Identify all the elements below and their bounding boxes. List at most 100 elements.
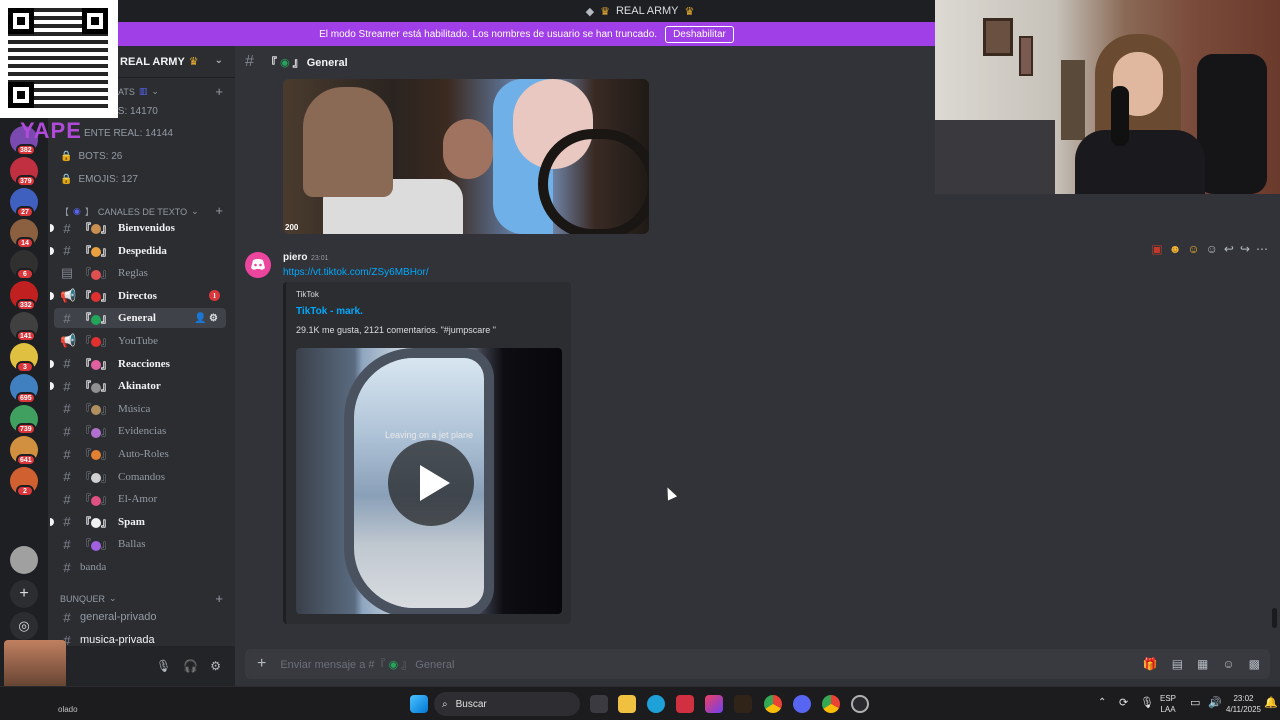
- composer-tools: 🎁 ▤ ▦ ☺ ▩: [1143, 657, 1260, 671]
- channel-evidencias[interactable]: # 『』 Evidencias: [54, 421, 226, 441]
- channel-emoji: 『』: [80, 423, 112, 439]
- window-title: REAL ARMY: [615, 5, 679, 17]
- add-channel-icon[interactable]: +: [215, 591, 223, 606]
- channel-general-privado[interactable]: # general-privado: [54, 607, 226, 627]
- scene-shape: [303, 87, 393, 197]
- chrome-canary-icon[interactable]: [822, 695, 840, 713]
- unread-indicator: [50, 224, 54, 232]
- embed-description: 29.1K me gusta, 2121 comentarios. "#jump…: [296, 325, 496, 335]
- edge-icon[interactable]: [647, 695, 665, 713]
- channel-auto-roles[interactable]: # 『』 Auto-Roles: [54, 444, 226, 464]
- notification-icon[interactable]: 🔔: [1264, 696, 1278, 709]
- clock[interactable]: 23:02 4/11/2025: [1226, 693, 1261, 715]
- reply-icon[interactable]: ↩: [1224, 242, 1234, 256]
- message-author[interactable]: piero: [283, 252, 307, 263]
- stats-category[interactable]: ATS ▥ ⌄: [118, 86, 159, 97]
- sync-icon[interactable]: ⟳: [1119, 696, 1128, 709]
- game-icon[interactable]: [734, 695, 752, 713]
- network-icon[interactable]: ▭: [1190, 696, 1200, 709]
- chrome-icon[interactable]: [764, 695, 782, 713]
- reaction-icon[interactable]: ▣: [1151, 242, 1162, 256]
- unread-indicator: [50, 291, 54, 300]
- channel-general[interactable]: # 『』 General 👤 ⚙: [54, 308, 226, 329]
- channel-reglas[interactable]: ▤ 『』 Reglas: [54, 263, 226, 283]
- channel-comandos[interactable]: # 『』 Comandos: [54, 467, 226, 487]
- channel-ballas[interactable]: # 『』 Ballas: [54, 534, 226, 554]
- disable-streamer-mode-button[interactable]: Deshabilitar: [665, 25, 734, 43]
- channel-youtube[interactable]: 📢 『』 YouTube: [54, 331, 226, 351]
- grin-emoji-icon[interactable]: ☺: [1187, 242, 1199, 256]
- server-icon[interactable]: [10, 546, 38, 574]
- channel-akinator[interactable]: # 『』 Akinator: [50, 376, 226, 396]
- gif-icon[interactable]: ▤: [1172, 657, 1183, 671]
- sticker-icon[interactable]: ▦: [1197, 657, 1208, 671]
- add-reaction-icon[interactable]: ☺: [1206, 242, 1218, 256]
- emoji-icon[interactable]: ☺: [1222, 657, 1234, 671]
- apps-icon[interactable]: ▩: [1249, 657, 1260, 671]
- channel-despedida[interactable]: # 『』 Despedida: [50, 241, 226, 261]
- file-explorer-icon[interactable]: [618, 695, 636, 713]
- app-icon[interactable]: [676, 695, 694, 713]
- bracket-close: 』: [101, 245, 112, 258]
- channel-reacciones[interactable]: # 『』 Reacciones: [50, 354, 226, 374]
- unread-indicator: [50, 382, 54, 391]
- volume-icon[interactable]: 🔊: [1208, 696, 1222, 709]
- category-text-channels[interactable]: 【 ◉ 】 CANALES DE TEXTO ⌄: [60, 205, 199, 218]
- channel-emoji: 『』: [80, 514, 112, 530]
- channel-banda[interactable]: # banda: [54, 557, 226, 577]
- scene-shape: [1061, 60, 1085, 140]
- bracket-open: 『: [265, 57, 277, 69]
- gear-icon[interactable]: ⚙: [210, 659, 221, 673]
- input-language[interactable]: ESP LAA: [1160, 693, 1176, 715]
- microphone-icon[interactable]: 🎙: [1140, 696, 1154, 709]
- message-composer[interactable]: + Enviar mensaje a #『 ◉ 』 General 🎁 ▤ ▦ …: [245, 649, 1270, 679]
- channel-emoji: 『』: [80, 356, 112, 372]
- play-button[interactable]: [388, 440, 474, 526]
- rules-icon: ▤: [60, 265, 74, 281]
- laugh-emoji-icon[interactable]: ☻: [1169, 242, 1182, 256]
- attach-plus-icon[interactable]: +: [257, 655, 266, 673]
- chat-scrollbar[interactable]: [1272, 608, 1277, 628]
- obs-icon[interactable]: [851, 695, 869, 713]
- channel-el-amor[interactable]: # 『』 El-Amor: [54, 489, 226, 509]
- gear-icon[interactable]: ⚙: [209, 313, 218, 324]
- server-mention-badge: 141: [16, 330, 36, 342]
- channel-spam[interactable]: # 『』 Spam: [50, 512, 226, 532]
- taskbar-status: olado: [58, 705, 78, 714]
- discover-icon[interactable]: ◎: [10, 612, 38, 640]
- yape-logo: YAPE: [20, 118, 82, 143]
- previous-video-embed[interactable]: 200: [283, 79, 649, 234]
- microphone-icon[interactable]: 🎙: [156, 659, 171, 673]
- embed-provider: TikTok: [296, 290, 319, 299]
- bracket-close: 』: [101, 336, 112, 348]
- channel-bienvenidos[interactable]: # 『』 Bienvenidos: [50, 218, 226, 238]
- copilot-icon[interactable]: [705, 695, 723, 713]
- hash-icon: #: [63, 310, 71, 326]
- add-server-icon[interactable]: +: [10, 580, 38, 608]
- discord-icon[interactable]: [793, 695, 811, 713]
- gift-icon[interactable]: 🎁: [1143, 657, 1158, 671]
- embed-video-thumbnail[interactable]: Leaving on a jet plane: [296, 348, 562, 614]
- message-link[interactable]: https://vt.tiktok.com/ZSy6MBHor/: [283, 267, 429, 278]
- chevron-up-icon[interactable]: ⌃: [1098, 697, 1106, 708]
- channel-label: Bienvenidos: [118, 222, 175, 234]
- forward-icon[interactable]: ↪: [1240, 242, 1250, 256]
- chevron-down-icon[interactable]: ⌄: [215, 55, 223, 66]
- crown-icon: ♛: [684, 5, 695, 18]
- avatar[interactable]: [245, 252, 271, 278]
- taskbar-search[interactable]: ⌕ Buscar: [434, 692, 580, 716]
- more-icon[interactable]: ⋯: [1256, 242, 1268, 256]
- add-channel-icon[interactable]: +: [215, 84, 223, 99]
- windows-start-icon[interactable]: [410, 695, 428, 713]
- channel-musica-privada[interactable]: # musica-privada: [54, 630, 226, 647]
- channel-música[interactable]: # 『』 Música: [54, 399, 226, 419]
- headphones-icon[interactable]: 🎧: [183, 659, 198, 673]
- invite-icon[interactable]: 👤: [194, 313, 206, 324]
- add-channel-icon[interactable]: +: [215, 203, 223, 218]
- embed-title[interactable]: TikTok - mark.: [296, 306, 363, 317]
- category-bunker[interactable]: BUNQUER ⌄: [60, 593, 117, 604]
- channel-directos[interactable]: 📢 『』 Directos 1: [50, 286, 226, 306]
- clock-time: 23:02: [1233, 694, 1254, 703]
- task-view-icon[interactable]: [590, 695, 608, 713]
- composer-placeholder: Enviar mensaje a #『 ◉ 』 General: [280, 656, 454, 672]
